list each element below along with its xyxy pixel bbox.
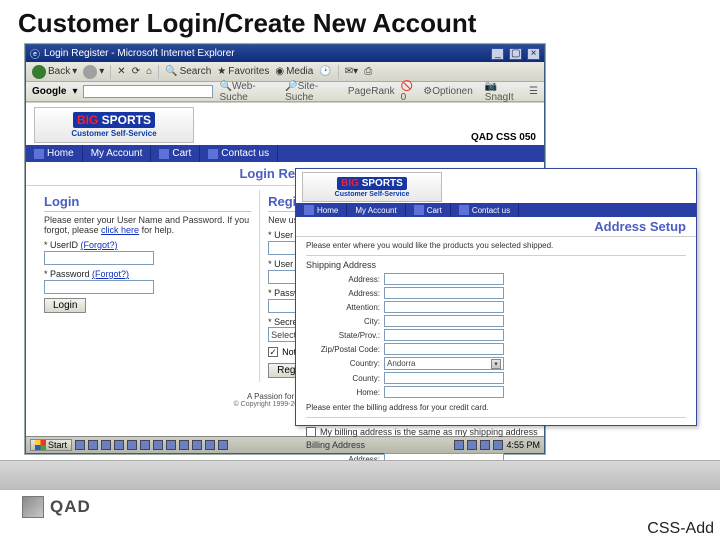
- password-label: * Password (Forgot?): [44, 269, 251, 279]
- sitesuche-button[interactable]: 🔎Site-Suche: [285, 81, 342, 103]
- window-title: Login Register - Microsoft Internet Expl…: [44, 48, 235, 59]
- mail-button[interactable]: ✉▾: [345, 66, 358, 77]
- shipping-heading: Shipping Address: [306, 260, 686, 270]
- ship-attention-input[interactable]: [384, 301, 504, 313]
- chevron-down-icon: ▾: [491, 359, 501, 369]
- back-button[interactable]: Back▾: [32, 65, 77, 79]
- close-button[interactable]: ×: [527, 48, 540, 60]
- site-logo: BIG SPORTS Customer Self-Service: [34, 107, 194, 143]
- qad-logo-icon: [22, 496, 44, 518]
- ship-home-input[interactable]: [384, 386, 504, 398]
- forward-button[interactable]: ▾: [83, 65, 104, 79]
- tray-icon[interactable]: [192, 440, 202, 450]
- tray-icon[interactable]: [114, 440, 124, 450]
- slide-band: [0, 460, 720, 490]
- forgot-userid-link[interactable]: (Forgot?): [81, 240, 118, 250]
- home-button[interactable]: ⌂: [146, 66, 152, 77]
- history-button[interactable]: 🕑: [319, 66, 331, 77]
- state-label: State/Prov.:: [306, 331, 380, 340]
- search-button[interactable]: 🔍Search: [165, 66, 211, 77]
- overlay-intro: Please enter where you would like the pr…: [306, 241, 686, 250]
- userid-label: * UserID (Forgot?): [44, 240, 251, 250]
- ship-address-input[interactable]: [384, 273, 504, 285]
- snagit[interactable]: 📷SnagIt: [485, 81, 523, 103]
- print-button[interactable]: ⎙: [364, 66, 372, 77]
- same-as-shipping-checkbox[interactable]: My billing address is the same as my shi…: [306, 427, 686, 437]
- userid-input[interactable]: [44, 251, 154, 265]
- ov-nav-contact[interactable]: Contact us: [451, 203, 519, 217]
- nav-contact[interactable]: Contact us: [200, 145, 278, 162]
- tray-icon[interactable]: [88, 440, 98, 450]
- ship-zip-input[interactable]: [384, 343, 504, 355]
- login-panel: Login Please enter your User Name and Pa…: [36, 190, 260, 382]
- tray-icon[interactable]: [101, 440, 111, 450]
- login-heading: Login: [44, 194, 251, 212]
- ov-nav-account[interactable]: My Account: [347, 203, 405, 217]
- login-button[interactable]: Login: [44, 298, 86, 313]
- tray-icon[interactable]: [127, 440, 137, 450]
- blocked[interactable]: 🚫0: [401, 81, 418, 103]
- stop-button[interactable]: ✕: [117, 66, 125, 77]
- site-logo-overlay: BIG SPORTS Customer Self-Service: [302, 172, 442, 202]
- ov-nav-home[interactable]: Home: [296, 203, 347, 217]
- county-label: County:: [306, 374, 380, 383]
- favorites-button[interactable]: ★Favorites: [217, 66, 269, 77]
- home-label: Home:: [306, 388, 380, 397]
- qad-logo: QAD: [22, 496, 91, 518]
- nav-cart[interactable]: Cart: [151, 145, 200, 162]
- ie-toolbar: Back▾ ▾ ✕ ⟳ ⌂ 🔍Search ★Favorites ◉Media …: [26, 62, 544, 82]
- css-add-label: CSS-Add: [647, 520, 714, 538]
- tray-icon[interactable]: [166, 440, 176, 450]
- tray-icon[interactable]: [75, 440, 85, 450]
- window-controls: _ ▢ ×: [489, 48, 540, 60]
- websuche-button[interactable]: 🔍Web-Suche: [219, 81, 279, 103]
- optionen-button[interactable]: ⚙Optionen: [423, 86, 473, 97]
- tray-icon[interactable]: [218, 440, 228, 450]
- ship-state-input[interactable]: [384, 329, 504, 341]
- attn-label: Attention:: [306, 303, 380, 312]
- addr-label: Address:: [306, 275, 380, 284]
- login-hint: Please enter your User Name and Password…: [44, 215, 251, 235]
- tray-icon[interactable]: [205, 440, 215, 450]
- ship-country-select[interactable]: Andorra▾: [384, 357, 504, 370]
- ov-nav-cart[interactable]: Cart: [406, 203, 451, 217]
- password-input[interactable]: [44, 280, 154, 294]
- media-button[interactable]: ◉Media: [275, 66, 313, 77]
- addr2-label: Address:: [306, 289, 380, 298]
- minimize-button[interactable]: _: [491, 48, 504, 60]
- overlay-title: Address Setup: [296, 217, 696, 237]
- qad-css-label: QAD CSS 050: [471, 132, 536, 143]
- google-toolbar: Google▾ 🔍Web-Suche 🔎Site-Suche PageRank …: [26, 82, 544, 102]
- maximize-button[interactable]: ▢: [509, 48, 522, 60]
- ship-city-input[interactable]: [384, 315, 504, 327]
- ship-address2-input[interactable]: [384, 287, 504, 299]
- forgot-password-link[interactable]: (Forgot?): [92, 269, 129, 279]
- click-here-link[interactable]: click here: [101, 225, 139, 235]
- google-logo: Google: [32, 86, 66, 97]
- country-label: Country:: [306, 359, 380, 368]
- site-navbar: Home My Account Cart Contact us: [26, 145, 544, 162]
- windows-flag-icon: [35, 440, 46, 450]
- ie-icon: ⓔ: [30, 46, 40, 61]
- slide-title: Customer Login/Create New Account: [0, 0, 720, 45]
- ship-county-input[interactable]: [384, 372, 504, 384]
- tray-icon[interactable]: [179, 440, 189, 450]
- city-label: City:: [306, 317, 380, 326]
- titlebar: ⓔ Login Register - Microsoft Internet Ex…: [26, 45, 544, 62]
- nav-home[interactable]: Home: [26, 145, 83, 162]
- zip-label: Zip/Postal Code:: [306, 345, 380, 354]
- billing-heading: Billing Address: [306, 440, 686, 450]
- billing-intro: Please enter the billing address for you…: [306, 403, 686, 412]
- nav-my-account[interactable]: My Account: [83, 145, 152, 162]
- address-setup-window: BIG SPORTS Customer Self-Service Home My…: [295, 168, 697, 426]
- tray-icon[interactable]: [140, 440, 150, 450]
- overlay-navbar: Home My Account Cart Contact us: [296, 203, 696, 217]
- pagerank: PageRank: [348, 86, 395, 97]
- refresh-button[interactable]: ⟳: [132, 66, 140, 77]
- start-button[interactable]: Start: [30, 439, 72, 451]
- google-search-input[interactable]: [83, 85, 213, 98]
- tray-icon[interactable]: [153, 440, 163, 450]
